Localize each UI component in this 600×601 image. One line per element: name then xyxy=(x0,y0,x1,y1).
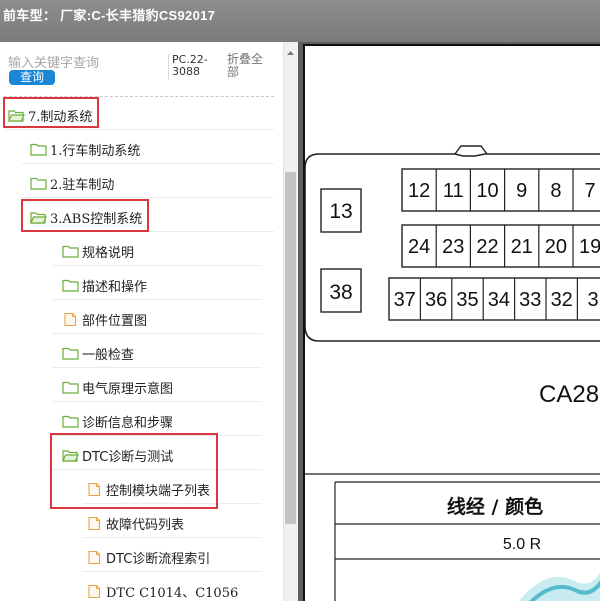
folder-icon xyxy=(62,245,79,258)
tree-node-service-brake[interactable]: 1.行车制动系统 xyxy=(30,132,140,166)
tree-node-dtc-flow-index[interactable]: DTC诊断流程索引 xyxy=(86,540,210,574)
tree-node-parking-brake[interactable]: 2.驻车制动 xyxy=(30,166,114,200)
pin-label: 34 xyxy=(488,289,510,311)
pin-label: 20 xyxy=(545,236,567,258)
folder-icon xyxy=(62,279,79,292)
connector-latch xyxy=(454,145,488,155)
pin-label: 11 xyxy=(443,180,464,202)
tree-node-label: 诊断信息和步骤 xyxy=(82,415,174,431)
pin-label: 7 xyxy=(585,180,596,202)
folder-open-icon xyxy=(8,109,25,122)
connector-diagram: 12 11 10 9 8 7 24 23 22 21 20 19 37 36 35 34 33 32 3 13 38… xyxy=(305,145,600,601)
scroll-up-arrow-icon[interactable] xyxy=(285,45,296,55)
folder-icon xyxy=(62,381,79,394)
version-label: PC.22- 3088 xyxy=(172,53,208,78)
tree-node-label: 3.ABS控制系统 xyxy=(50,211,143,227)
tree-node-label: DTC诊断与测试 xyxy=(82,449,174,465)
tree-node-dtc-c1014-c1056[interactable]: DTC C1014、C1056 xyxy=(86,574,238,601)
watermark-graphic xyxy=(519,572,600,601)
pin-label: 38 xyxy=(329,281,352,304)
title-bar: 前车型： 厂家:C-长丰猎豹CS92017 xyxy=(0,0,600,42)
tree-node-label: 规格说明 xyxy=(82,245,135,261)
tree-node-abs-control-system[interactable]: 3.ABS控制系统 xyxy=(30,200,142,234)
table-cell: 5.0 R xyxy=(503,536,541,553)
tree-node-dtc-diagnosis-test[interactable]: DTC诊断与测试 xyxy=(62,438,173,472)
folder-icon xyxy=(62,347,79,360)
pin-label: 23 xyxy=(442,236,464,258)
tree-node-label: 2.驻车制动 xyxy=(50,177,115,193)
divider xyxy=(168,54,169,80)
connector-code: CA28 xyxy=(539,381,599,408)
table-header: 线经 / 颜色 xyxy=(447,495,543,518)
tree-node-label: 部件位置图 xyxy=(82,313,148,329)
pin-label: 8 xyxy=(550,180,561,202)
folder-icon xyxy=(62,415,79,428)
pin-area xyxy=(401,224,600,268)
page-title: 前车型： 厂家:C-长丰猎豹CS92017 xyxy=(3,8,216,23)
folder-icon xyxy=(30,177,47,190)
tree-node-label: 电气原理示意图 xyxy=(82,381,174,397)
tree-node-electrical-schematic[interactable]: 电气原理示意图 xyxy=(62,370,173,404)
sidebar: 查询 PC.22- 3088 折叠全 部 7.制动系统 1.行车制动系统 2.驻… xyxy=(0,42,298,601)
tree-node-label: 故障代码列表 xyxy=(106,517,185,533)
pin-label: 24 xyxy=(408,236,430,258)
collapse-all-button[interactable]: 折叠全 部 xyxy=(227,53,267,79)
divider xyxy=(4,96,274,97)
folder-icon xyxy=(30,143,47,156)
pin-label: 36 xyxy=(425,289,447,311)
pin-label: 10 xyxy=(476,180,498,202)
tree-node-diagnostic-info[interactable]: 诊断信息和步骤 xyxy=(62,404,173,438)
pin-grid: 12 11 10 9 8 7 24 23 22 21 20 19 37 36 35 34 33 32 3 xyxy=(394,169,600,320)
tree-node-label: 控制模块端子列表 xyxy=(106,483,211,499)
pin-label: 13 xyxy=(329,200,352,223)
tree-node-module-terminal-list[interactable]: 控制模块端子列表 xyxy=(86,472,210,506)
pin-label: 3 xyxy=(588,289,599,311)
document-icon xyxy=(86,516,103,530)
document-icon xyxy=(86,584,103,598)
pin-label: 12 xyxy=(408,180,430,202)
pin-label: 19 xyxy=(579,236,600,258)
tree-node-component-locations[interactable]: 部件位置图 xyxy=(62,302,147,336)
pin-label: 22 xyxy=(476,236,498,258)
folder-open-icon xyxy=(62,449,79,462)
tree-node-label: 7.制动系统 xyxy=(28,109,93,125)
document-icon xyxy=(86,482,103,496)
pin-label: 21 xyxy=(511,236,533,258)
tree-node-braking-system[interactable]: 7.制动系统 xyxy=(8,98,92,132)
tree-node-label: 一般检查 xyxy=(82,347,135,363)
pin-label: 37 xyxy=(394,289,416,311)
pin-area xyxy=(401,168,600,212)
document-viewer: 12 11 10 9 8 7 24 23 22 21 20 19 37 36 35 34 33 32 3 13 38… xyxy=(298,42,600,601)
tree-node-label: DTC C1014、C1056 xyxy=(106,585,239,601)
tree-node-label: 1.行车制动系统 xyxy=(50,143,141,159)
pin-label: 35 xyxy=(456,289,478,311)
tree-node-fault-code-list[interactable]: 故障代码列表 xyxy=(86,506,184,540)
tree-node-label: DTC诊断流程索引 xyxy=(106,551,211,567)
tree-node-specifications[interactable]: 规格说明 xyxy=(62,234,134,268)
document-icon xyxy=(62,312,79,326)
tree-node-label: 描述和操作 xyxy=(82,279,148,295)
search-button[interactable]: 查询 xyxy=(9,70,55,85)
pin-label: 32 xyxy=(551,289,573,311)
document-icon xyxy=(86,550,103,564)
tree-node-description-operation[interactable]: 描述和操作 xyxy=(62,268,147,302)
folder-open-icon xyxy=(30,211,47,224)
document-page: 12 11 10 9 8 7 24 23 22 21 20 19 37 36 35 34 33 32 3 13 38… xyxy=(303,44,600,601)
pin-label: 9 xyxy=(516,180,527,202)
pin-label: 33 xyxy=(519,289,541,311)
tree-node-general-inspection[interactable]: 一般检查 xyxy=(62,336,134,370)
scrollbar-thumb[interactable] xyxy=(285,172,296,524)
